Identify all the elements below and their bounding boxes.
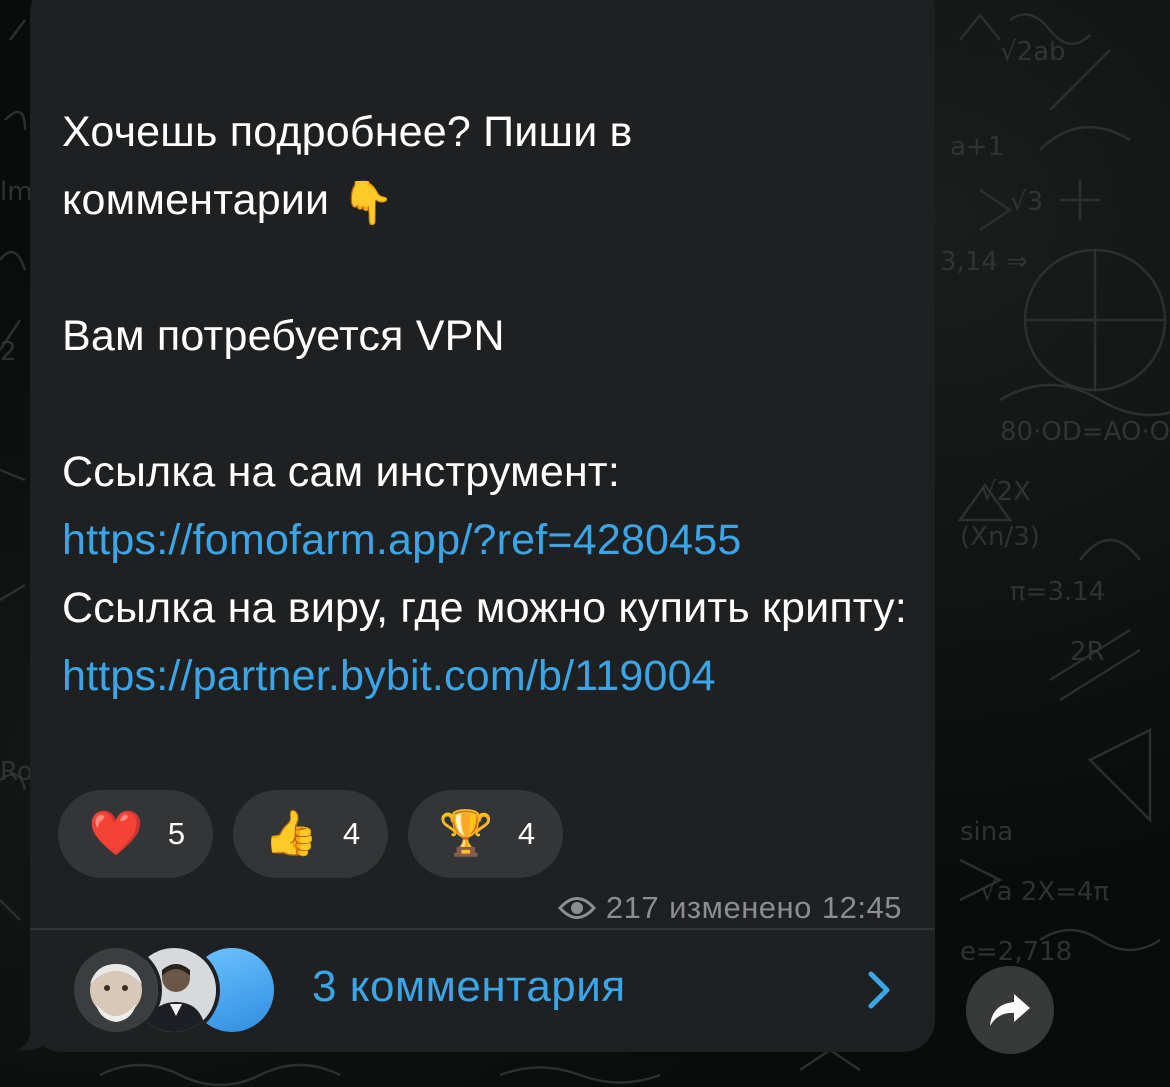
reaction-heart[interactable]: ❤️ 5 — [58, 790, 213, 878]
reaction-count: 5 — [167, 816, 186, 851]
svg-text:sina: sina — [960, 817, 1013, 847]
heart-icon: ❤️ — [88, 809, 144, 858]
tool-link-label: Ссылка на сам инструмент: — [62, 448, 620, 496]
svg-text:√a 2X=4π: √a 2X=4π — [980, 877, 1109, 907]
share-arrow-icon — [990, 994, 1030, 1026]
message-time: 12:45 — [821, 890, 902, 925]
message-paragraph-comments-cta: Хочешь подробнее? Пиши в комментарии 👇 — [62, 98, 912, 234]
reaction-thumbs-up[interactable]: 👍 4 — [233, 790, 388, 878]
svg-text:(Xn/3): (Xn/3) — [960, 522, 1040, 552]
view-count: 217 — [605, 890, 660, 925]
svg-text:√2X: √2X — [980, 477, 1031, 507]
reaction-count: 4 — [517, 816, 536, 851]
message-paragraph-links: Ссылка на сам инструмент: https://fomofa… — [62, 438, 912, 710]
svg-text:e=2,718: e=2,718 — [960, 937, 1072, 967]
svg-text:2R: 2R — [1070, 637, 1105, 667]
trophy-icon: 🏆 — [438, 809, 494, 858]
share-button[interactable] — [966, 966, 1054, 1054]
comments-button[interactable]: 3 комментария — [30, 930, 935, 1052]
reaction-count: 4 — [342, 816, 361, 851]
svg-text:Ro: Ro — [0, 757, 33, 787]
avatar-photo — [74, 948, 158, 1032]
svg-text:lm: lm — [0, 177, 33, 207]
chevron-right-icon — [868, 971, 890, 1009]
message-meta: 217 изменено 12:45 — [557, 890, 902, 926]
message-text: Хочешь подробнее? Пиши в комментарии 👇 В… — [62, 98, 912, 710]
vpn-notice: Вам потребуется VPN — [62, 312, 505, 360]
comments-count-label: 3 комментария — [312, 962, 626, 1011]
pointing-down-emoji-icon: 👇 — [341, 178, 394, 226]
eye-icon — [557, 897, 596, 919]
svg-text:√2ab: √2ab — [1000, 37, 1066, 67]
exchange-link[interactable]: https://partner.bybit.com/b/119004 — [62, 652, 716, 700]
svg-text:2: 2 — [0, 337, 17, 367]
svg-text:80·OD=AO·O: 80·OD=AO·O — [1000, 417, 1170, 447]
svg-text:π=3.14: π=3.14 — [1010, 577, 1105, 607]
svg-text:3,14 ⇒: 3,14 ⇒ — [940, 247, 1028, 277]
exchange-link-label: Ссылка на виру, где можно купить крипту: — [62, 584, 908, 632]
edited-label: изменено — [669, 890, 812, 925]
svg-text:√3: √3 — [1010, 187, 1043, 217]
commenter-avatars — [66, 944, 286, 1036]
thumbs-up-icon: 👍 — [263, 809, 319, 858]
avatar — [70, 944, 162, 1036]
reaction-trophy[interactable]: 🏆 4 — [408, 790, 563, 878]
reactions-row: ❤️ 5 👍 4 🏆 4 — [58, 790, 563, 878]
tool-link[interactable]: https://fomofarm.app/?ref=4280455 — [62, 516, 742, 564]
svg-text:a+1: a+1 — [950, 132, 1004, 162]
